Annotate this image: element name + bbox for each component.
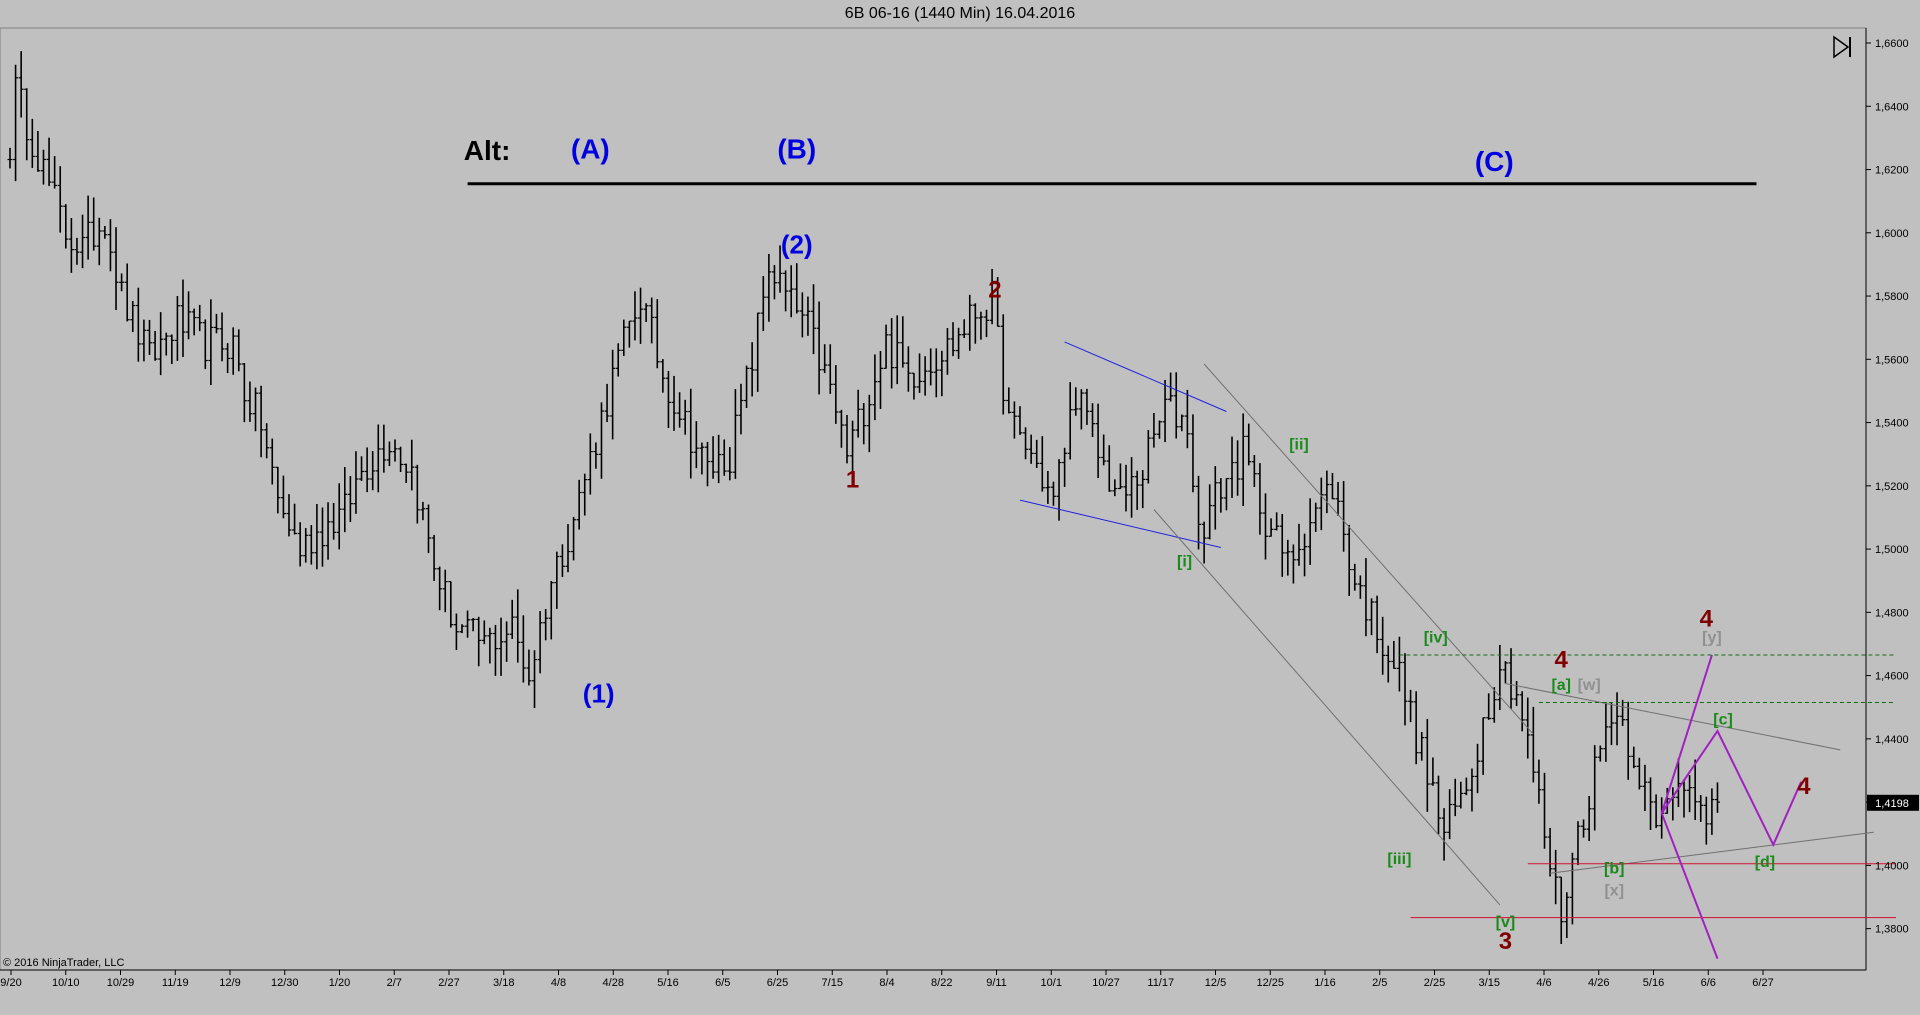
last-price-label: 1,4198 (1875, 798, 1909, 810)
price-chart[interactable]: Alt: (A) (B) (C)(2)(1)213444[ii][i][iv][iii… (0, 0, 1920, 1015)
wave-label: [b] (1604, 860, 1624, 877)
wave-label: Alt: (464, 135, 511, 166)
wave-label: 1 (846, 466, 859, 493)
x-tick-label: 8/4 (879, 977, 894, 989)
x-tick-label: 6/27 (1752, 977, 1773, 989)
x-tick-label: 10/29 (107, 977, 135, 989)
wave-label: (A) (571, 133, 610, 164)
x-tick-label: 7/15 (822, 977, 843, 989)
x-tick-label: 8/22 (931, 977, 952, 989)
y-tick-label: 1,5600 (1875, 354, 1909, 366)
wave-label: [c] (1713, 712, 1733, 729)
x-tick-label: 6/5 (715, 977, 730, 989)
y-tick-label: 1,4000 (1875, 860, 1909, 872)
wave-label: [d] (1755, 854, 1775, 871)
x-tick-label: 6/6 (1701, 977, 1716, 989)
wave-label: [iv] (1424, 629, 1448, 646)
x-tick-label: 3/18 (493, 977, 514, 989)
y-tick-label: 1,4400 (1875, 734, 1909, 746)
x-tick-label: 10/10 (52, 977, 80, 989)
x-axis: 9/20 10/10 10/29 11/19 12/9 12/30 1/20 2/7 2/27 3… (0, 970, 1774, 989)
y-tick-label: 1,3800 (1875, 924, 1909, 936)
wave-label: (2) (781, 229, 813, 259)
x-tick-label: 9/20 (0, 977, 21, 989)
plot-area[interactable] (0, 27, 1867, 971)
y-tick-label: 1,6000 (1875, 228, 1909, 240)
y-tick-label: 1,6400 (1875, 101, 1909, 113)
x-tick-label: 5/16 (1643, 977, 1664, 989)
y-tick-label: 1,5200 (1875, 481, 1909, 493)
wave-label: 4 (1555, 647, 1569, 674)
wave-label: [x] (1604, 882, 1624, 899)
wave-label: 2 (988, 277, 1001, 304)
x-tick-label: 10/27 (1092, 977, 1120, 989)
wave-label: [i] (1177, 553, 1192, 570)
x-tick-label: 5/16 (657, 977, 678, 989)
x-tick-label: 4/8 (551, 977, 566, 989)
wave-label: 4 (1797, 773, 1811, 800)
wave-label: (1) (583, 678, 615, 708)
x-tick-label: 12/25 (1256, 977, 1284, 989)
y-tick-label: 1,5400 (1875, 418, 1909, 430)
x-tick-label: 1/20 (329, 977, 350, 989)
x-tick-label: 12/9 (219, 977, 240, 989)
x-tick-label: 1/16 (1314, 977, 1335, 989)
wave-label: 3 (1499, 928, 1512, 955)
wave-label: [ii] (1289, 436, 1309, 453)
x-tick-label: 2/27 (438, 977, 459, 989)
y-tick-label: 1,4800 (1875, 607, 1909, 619)
wave-label: [y] (1702, 629, 1722, 646)
x-tick-label: 11/19 (162, 977, 189, 989)
y-tick-label: 1,4600 (1875, 671, 1909, 683)
x-tick-label: 3/15 (1479, 977, 1500, 989)
x-tick-label: 2/5 (1372, 977, 1387, 989)
x-tick-label: 2/25 (1424, 977, 1445, 989)
wave-label: (C) (1475, 146, 1514, 177)
x-tick-label: 4/6 (1536, 977, 1551, 989)
wave-label: [a] (1551, 677, 1571, 694)
copyright-text: © 2016 NinjaTrader, LLC (3, 957, 124, 969)
y-tick-label: 1,5800 (1875, 291, 1909, 303)
chart-window: 6B 06-16 (1440 Min) 16.04.2016 Alt: (A) (B… (0, 0, 1920, 1015)
x-tick-label: 2/7 (387, 977, 402, 989)
x-tick-label: 4/28 (603, 977, 624, 989)
x-tick-label: 11/17 (1147, 977, 1174, 989)
x-tick-label: 9/11 (986, 977, 1007, 989)
x-tick-label: 12/30 (271, 977, 299, 989)
x-tick-label: 4/26 (1588, 977, 1609, 989)
x-tick-label: 6/25 (767, 977, 788, 989)
y-tick-label: 1,6200 (1875, 165, 1909, 177)
wave-label: (B) (777, 133, 816, 164)
y-tick-label: 1,6600 (1875, 38, 1909, 50)
x-tick-label: 10/1 (1041, 977, 1062, 989)
wave-label: [v] (1496, 914, 1516, 931)
wave-label: [iii] (1387, 851, 1411, 868)
last-price-marker: 1,4198 (1867, 794, 1919, 811)
y-tick-label: 1,5000 (1875, 544, 1909, 556)
x-tick-label: 12/5 (1205, 977, 1226, 989)
wave-label: [w] (1578, 677, 1601, 694)
